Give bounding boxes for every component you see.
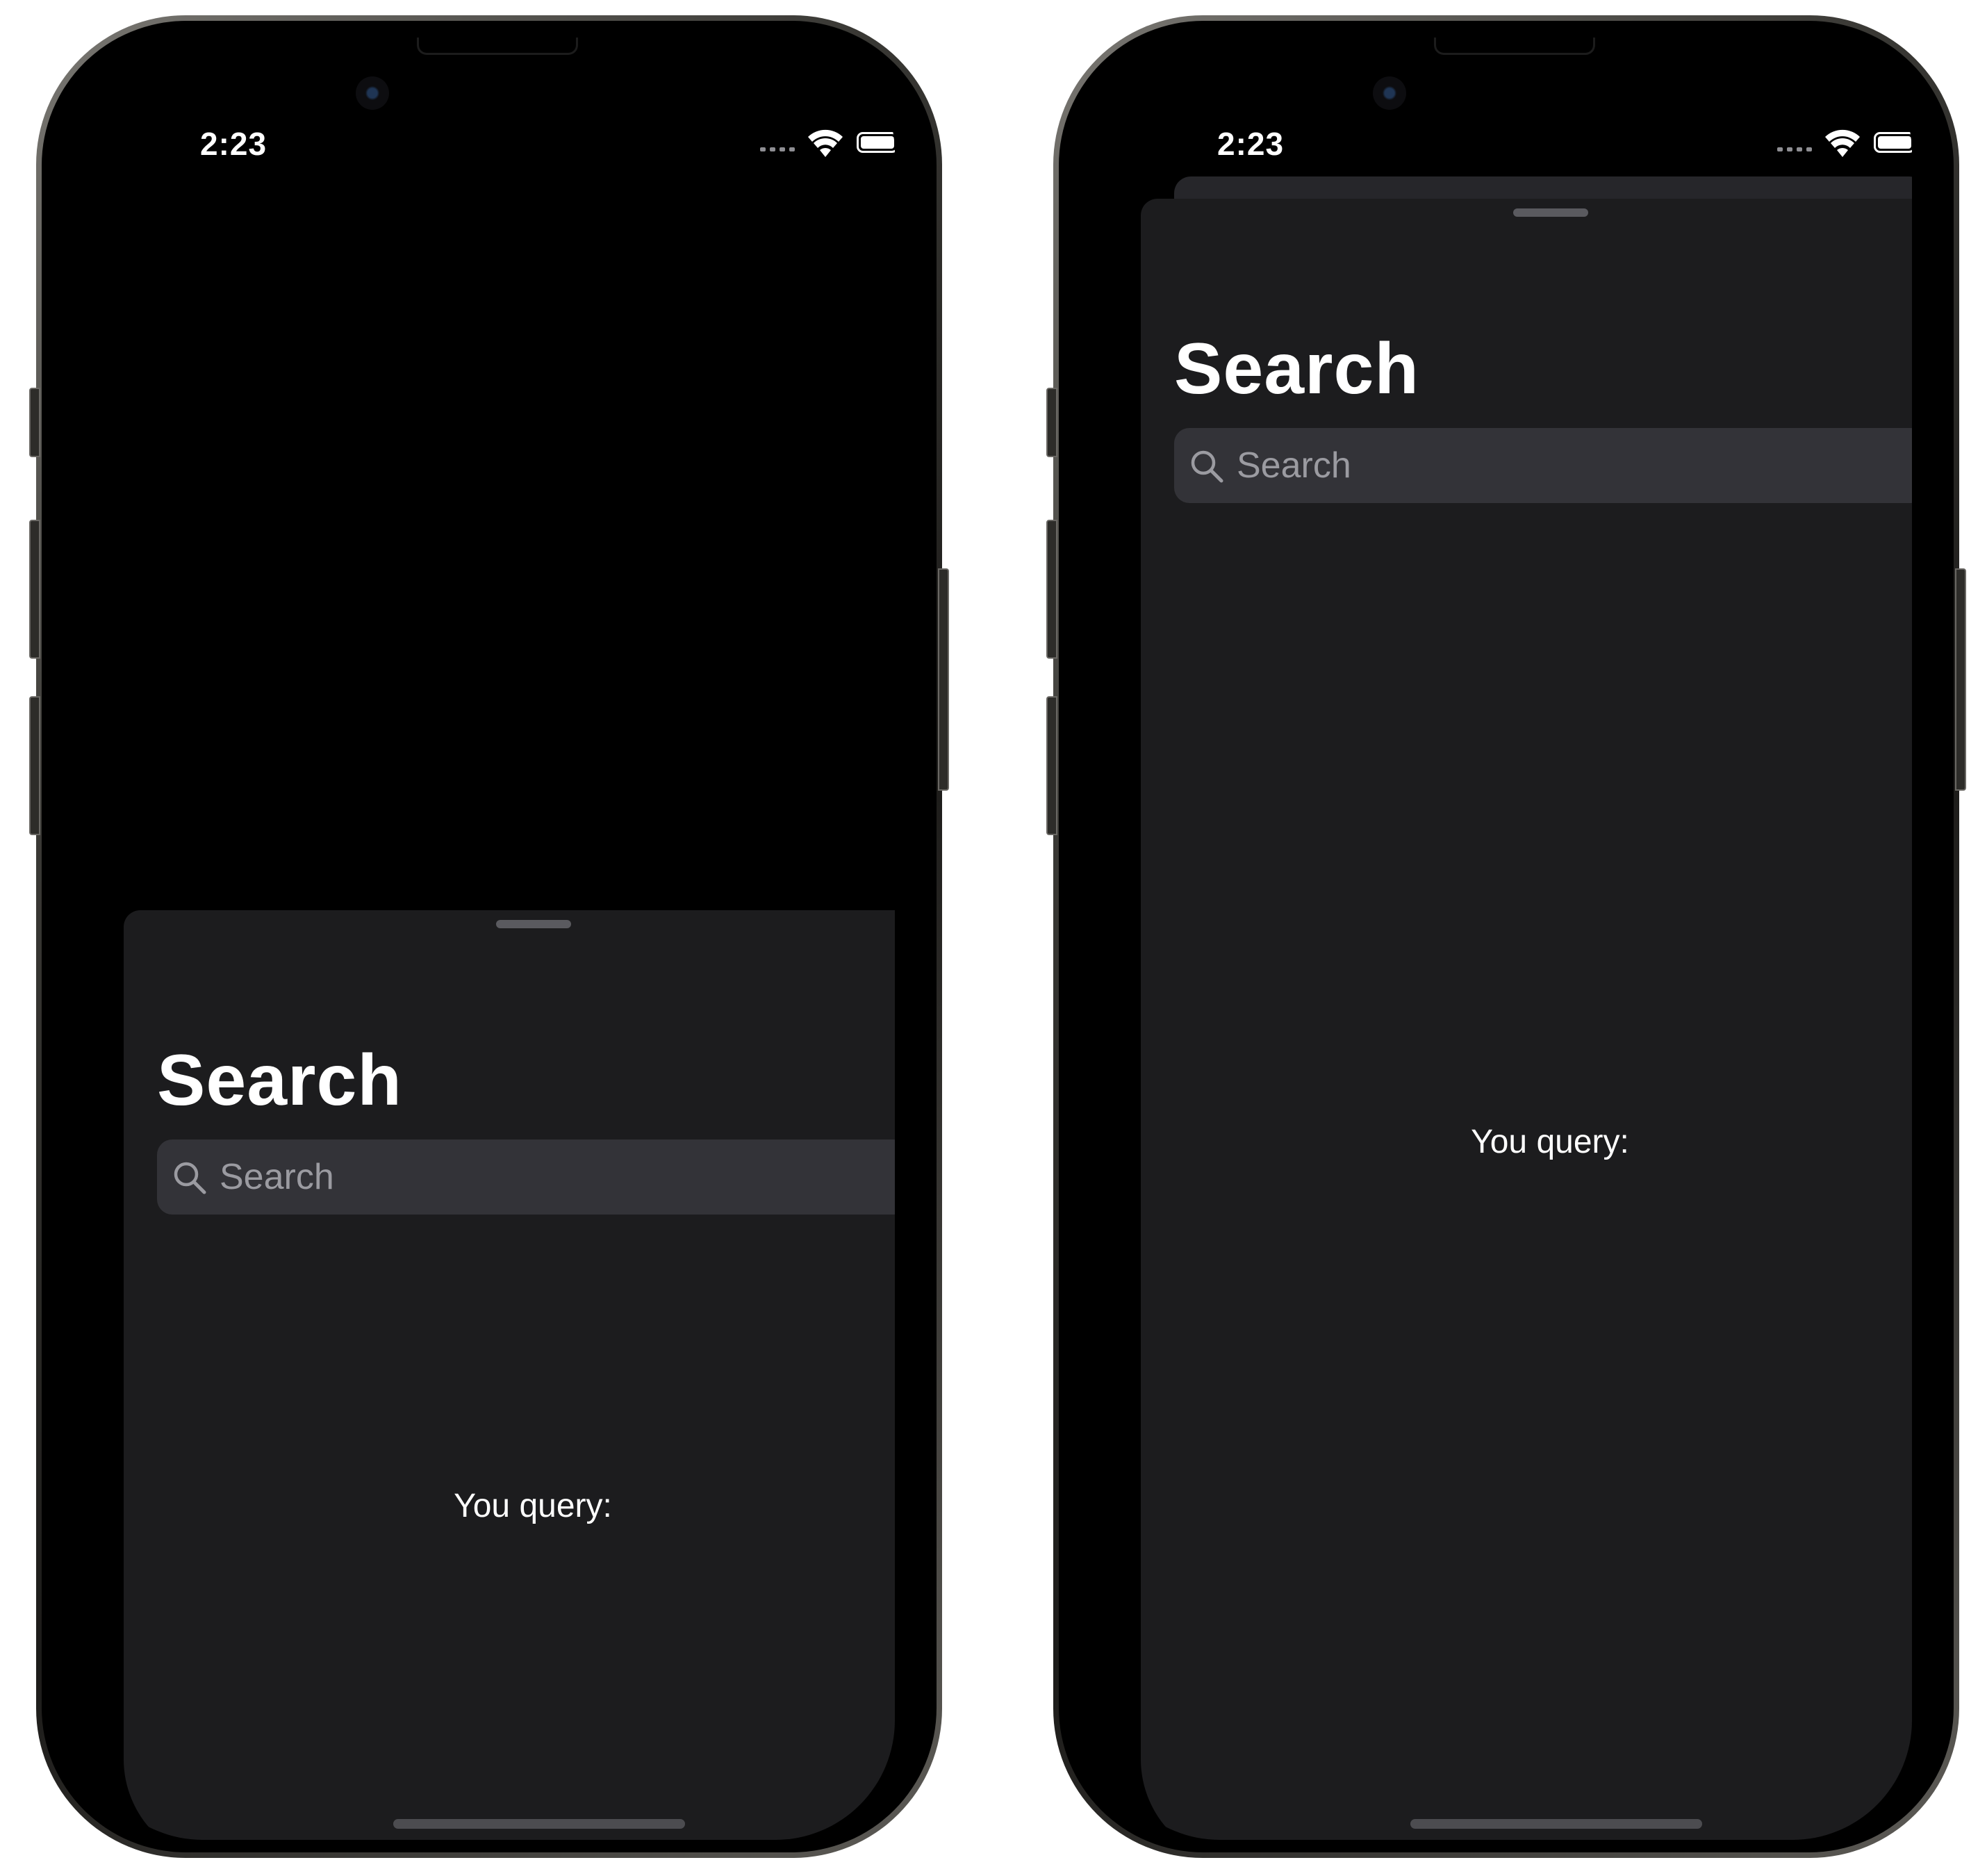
phone-right: 2:23 Search Search You query:	[1046, 15, 1966, 1858]
search-sheet[interactable]: Search You query:	[1141, 199, 1912, 1840]
screen: 2:23 Search Search You query:	[1100, 33, 1912, 1840]
earpiece-speaker	[417, 38, 578, 55]
power-button	[1955, 568, 1966, 791]
search-icon	[174, 1162, 206, 1194]
silent-switch	[29, 388, 40, 457]
bezel: 2:23 Search Search You query:	[1059, 21, 1954, 1852]
volume-up-button	[29, 520, 40, 659]
sheet-grabber[interactable]	[496, 920, 571, 928]
search-input[interactable]	[220, 1139, 895, 1215]
page-title: Search	[157, 1040, 402, 1121]
silent-switch	[1046, 388, 1057, 457]
search-sheet[interactable]: Search You query:	[124, 910, 895, 1840]
search-bar[interactable]	[157, 1139, 895, 1215]
query-label: You query:	[454, 1488, 612, 1524]
search-icon	[1191, 450, 1223, 483]
front-camera	[1373, 76, 1406, 110]
search-bar[interactable]	[1174, 428, 1912, 503]
screen: 2:23 Search Search You query:	[83, 33, 895, 1840]
status-time: 2:23	[200, 126, 267, 162]
sheet-grabber[interactable]	[1513, 208, 1588, 217]
battery-icon	[1874, 132, 1912, 153]
wifi-icon	[1825, 129, 1860, 157]
volume-up-button	[1046, 520, 1057, 659]
home-indicator[interactable]	[1410, 1819, 1702, 1829]
bezel: 2:23 Search Search You query:	[42, 21, 937, 1852]
cellular-signal-icon	[760, 146, 799, 151]
page-title: Search	[1174, 329, 1419, 409]
cellular-signal-icon	[1777, 146, 1816, 151]
volume-down-button	[1046, 696, 1057, 835]
volume-down-button	[29, 696, 40, 835]
phone-left: 2:23 Search Search You query:	[29, 15, 949, 1858]
search-input[interactable]	[1237, 428, 1912, 503]
home-indicator[interactable]	[393, 1819, 685, 1829]
battery-icon	[857, 132, 895, 153]
query-label: You query:	[1471, 1124, 1629, 1160]
front-camera	[356, 76, 389, 110]
wifi-icon	[808, 129, 843, 157]
earpiece-speaker	[1434, 38, 1595, 55]
power-button	[938, 568, 949, 791]
status-time: 2:23	[1217, 126, 1285, 162]
